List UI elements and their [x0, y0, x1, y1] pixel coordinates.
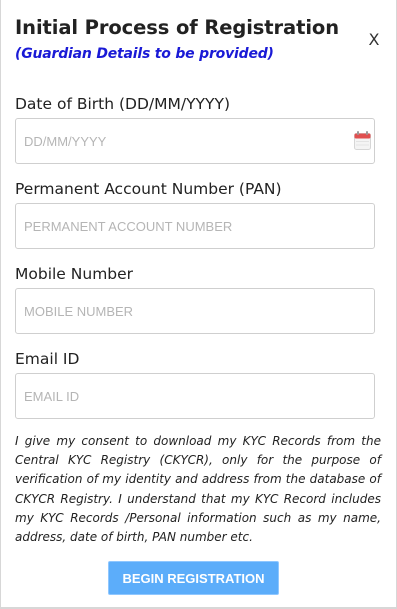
- pan-input[interactable]: [16, 204, 374, 248]
- pan-field-wrapper: [15, 203, 375, 249]
- modal-title: Initial Process of Registration: [15, 16, 339, 39]
- modal-subtitle: (Guardian Details to be provided): [15, 46, 274, 62]
- calendar-icon[interactable]: [354, 131, 371, 150]
- dob-label: Date of Birth (DD/MM/YYYY): [15, 95, 231, 113]
- email-input[interactable]: [16, 374, 374, 418]
- dob-input[interactable]: [16, 119, 374, 163]
- mobile-label: Mobile Number: [15, 265, 134, 283]
- mobile-input[interactable]: [16, 289, 374, 333]
- email-label: Email ID: [15, 350, 80, 368]
- close-button[interactable]: X: [365, 31, 383, 49]
- begin-registration-button[interactable]: BEGIN REGISTRATION: [108, 561, 279, 595]
- mobile-field-wrapper: [15, 288, 375, 334]
- dob-field-wrapper: [15, 118, 375, 164]
- pan-label: Permanent Account Number (PAN): [15, 180, 282, 198]
- email-field-wrapper: [15, 373, 375, 419]
- consent-text: I give my consent to download my KYC Rec…: [15, 434, 381, 545]
- registration-modal: Initial Process of Registration (Guardia…: [0, 0, 397, 609]
